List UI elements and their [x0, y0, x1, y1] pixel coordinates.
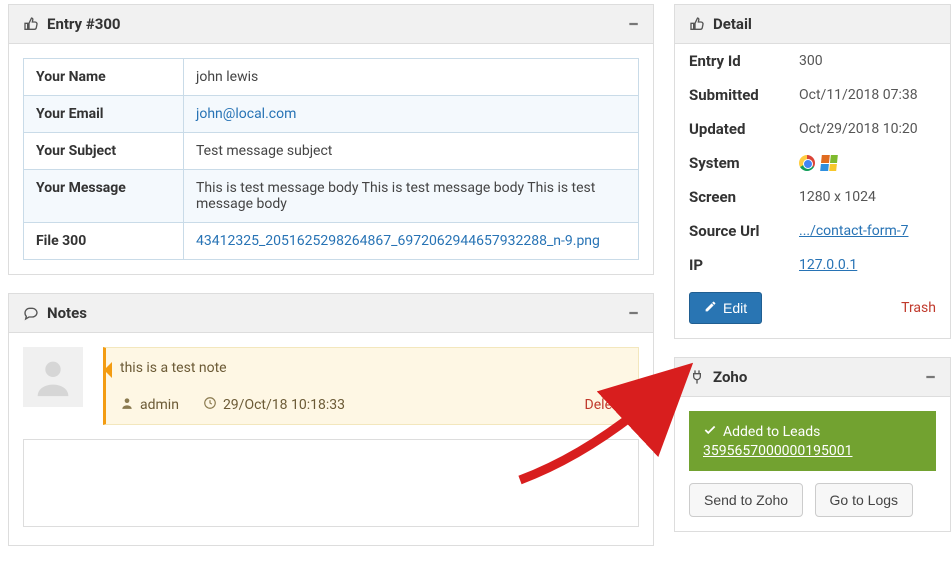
detail-row: Updated Oct/29/2018 10:20: [675, 112, 950, 146]
edit-label: Edit: [723, 300, 747, 316]
entry-panel-toggle[interactable]: −: [628, 19, 639, 29]
table-row: Your Name john lewis: [24, 59, 639, 96]
table-row: Your Subject Test message subject: [24, 133, 639, 170]
zoho-panel: Zoho − Added to Leads 359565700000019500…: [674, 357, 951, 532]
detail-val: Oct/11/2018 07:38: [799, 87, 918, 103]
note-user: admin: [120, 396, 179, 414]
zoho-panel-title: Zoho: [713, 368, 925, 386]
plug-icon: [689, 369, 707, 385]
notes-panel-title: Notes: [47, 304, 628, 322]
note-item: this is a test note admin: [23, 347, 639, 425]
entry-key: Your Email: [24, 96, 184, 133]
detail-key: Submitted: [689, 86, 799, 104]
chrome-icon: [799, 155, 815, 171]
clock-icon: [203, 396, 217, 414]
detail-row: System: [675, 146, 950, 180]
pencil-icon: [704, 300, 717, 316]
note-body: this is a test note admin: [103, 347, 639, 425]
entry-val: john lewis: [184, 59, 639, 96]
entry-table: Your Name john lewis Your Email john@loc…: [23, 58, 639, 260]
detail-val: 1280 x 1024: [799, 189, 876, 205]
check-icon: [703, 423, 717, 441]
detail-val: 300: [799, 53, 823, 69]
detail-row: Entry Id 300: [675, 44, 950, 78]
note-text: this is a test note: [120, 360, 624, 376]
zoho-panel-header: Zoho −: [675, 358, 950, 397]
detail-key: IP: [689, 256, 799, 274]
note-time-label: 29/Oct/18 10:18:33: [223, 397, 345, 413]
detail-row: Submitted Oct/11/2018 07:38: [675, 78, 950, 112]
note-input[interactable]: [23, 439, 639, 527]
detail-key: Updated: [689, 120, 799, 138]
note-user-label: admin: [140, 397, 179, 413]
entry-val: Test message subject: [184, 133, 639, 170]
go-to-logs-button[interactable]: Go to Logs: [815, 483, 914, 517]
entry-panel-title: Entry #300: [47, 15, 628, 33]
avatar: [23, 347, 83, 407]
detail-key: Source Url: [689, 222, 799, 240]
send-to-zoho-button[interactable]: Send to Zoho: [689, 483, 803, 517]
notes-panel: Notes − this is a test note: [8, 293, 654, 546]
detail-row: Source Url .../contact-form-7: [675, 214, 950, 248]
entry-key: Your Message: [24, 170, 184, 223]
note-time: 29/Oct/18 10:18:33: [203, 396, 345, 414]
trash-link[interactable]: Trash: [901, 300, 936, 316]
zoho-status-banner: Added to Leads 3595657000000195001: [689, 411, 936, 471]
user-icon: [120, 396, 134, 414]
zoho-panel-toggle[interactable]: −: [925, 372, 936, 382]
entry-panel-header: Entry #300 −: [9, 5, 653, 44]
table-row: Your Email john@local.com: [24, 96, 639, 133]
detail-row: Screen 1280 x 1024: [675, 180, 950, 214]
detail-panel-header: Detail: [675, 5, 950, 44]
zoho-added-label: Added to Leads: [723, 424, 820, 440]
detail-panel: Detail Entry Id 300 Submitted Oct/11/201…: [674, 4, 951, 339]
thumbs-up-icon: [689, 16, 707, 32]
edit-button[interactable]: Edit: [689, 292, 762, 324]
thumbs-up-icon: [23, 16, 41, 32]
comments-icon: [23, 305, 41, 321]
detail-key: Screen: [689, 188, 799, 206]
ip-link[interactable]: 127.0.0.1: [799, 257, 857, 273]
detail-val: Oct/29/2018 10:20: [799, 121, 918, 137]
entry-val: This is test message body This is test m…: [184, 170, 639, 223]
detail-key: System: [689, 154, 799, 172]
entry-file-link[interactable]: 43412325_2051625298264867_69720629446579…: [196, 233, 600, 249]
table-row: File 300 43412325_2051625298264867_69720…: [24, 223, 639, 260]
notes-panel-toggle[interactable]: −: [628, 308, 639, 318]
entry-key: Your Name: [24, 59, 184, 96]
table-row: Your Message This is test message body T…: [24, 170, 639, 223]
entry-email-link[interactable]: john@local.com: [196, 106, 296, 122]
entry-key: File 300: [24, 223, 184, 260]
note-delete-link[interactable]: Delete: [585, 397, 624, 413]
detail-row: IP 127.0.0.1: [675, 248, 950, 282]
entry-key: Your Subject: [24, 133, 184, 170]
windows-icon: [820, 155, 838, 171]
notes-panel-header: Notes −: [9, 294, 653, 333]
detail-system-icons: [799, 155, 837, 171]
detail-panel-title: Detail: [713, 15, 936, 33]
entry-panel: Entry #300 − Your Name john lewis Your E…: [8, 4, 654, 275]
detail-key: Entry Id: [689, 52, 799, 70]
source-url-link[interactable]: .../contact-form-7: [799, 223, 908, 239]
zoho-lead-id-link[interactable]: 3595657000000195001: [703, 443, 853, 459]
